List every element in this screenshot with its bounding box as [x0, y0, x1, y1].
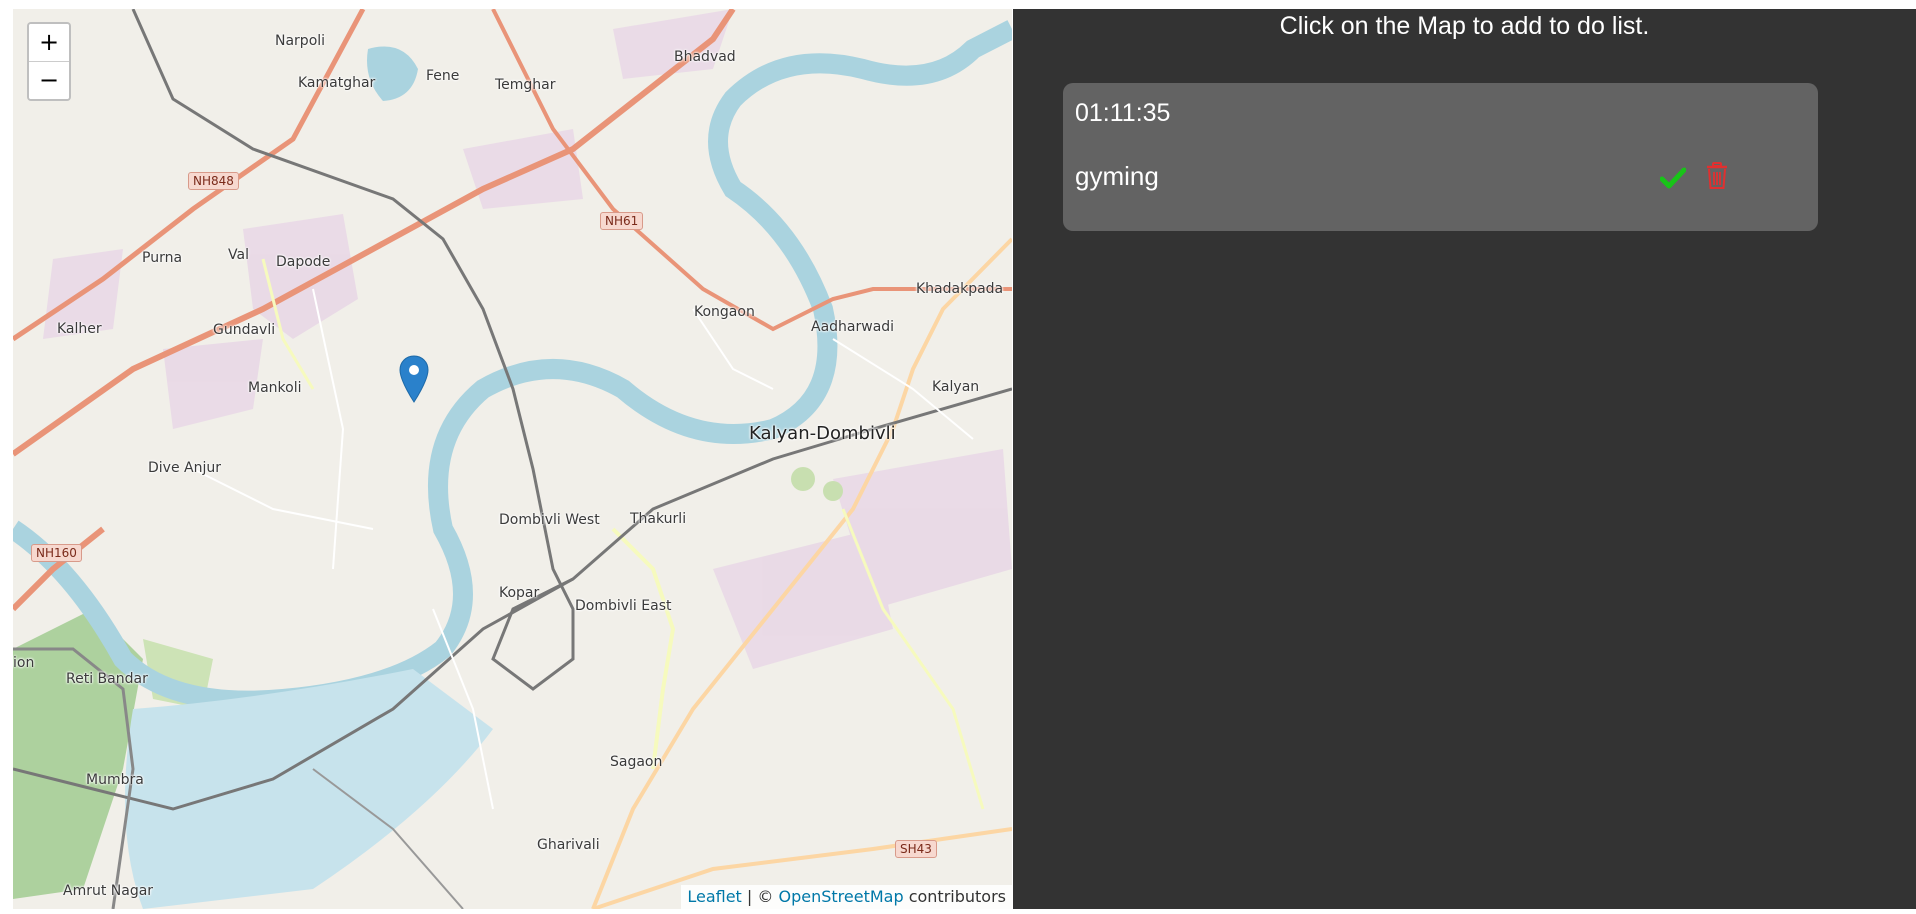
map-label-gundavli: Gundavli: [213, 322, 276, 338]
map-label-khadakpada: Khadakpada: [916, 281, 1004, 297]
map-label-reti-bandar: Reti Bandar: [66, 671, 148, 687]
openstreetmap-link[interactable]: OpenStreetMap: [778, 887, 903, 906]
map-label-kalher: Kalher: [57, 321, 102, 337]
map-label-sagaon: Sagaon: [610, 754, 663, 770]
map-label-kalyan: Kalyan: [932, 379, 980, 395]
map-label-dombivli-west: Dombivli West: [499, 512, 600, 528]
map-label-purna: Purna: [142, 250, 183, 266]
map-label-kalyan-dombivli: Kalyan-Dombivli: [749, 423, 896, 444]
map-label-thakurli: Thakurli: [630, 511, 687, 527]
instruction-text: Click on the Map to add to do list.: [1279, 12, 1650, 40]
map-tiles[interactable]: [13, 9, 1012, 909]
map-label-ion: ion: [13, 655, 35, 671]
attribution-suffix: contributors: [903, 887, 1006, 906]
map-label-amrut-nagar: Amrut Nagar: [63, 883, 154, 899]
todo-sidebar: Click on the Map to add to do list. 01:1…: [1013, 9, 1916, 909]
map-label-temghar: Temghar: [495, 77, 556, 93]
trash-icon[interactable]: [1706, 162, 1728, 190]
map-label-mankoli: Mankoli: [248, 380, 302, 396]
map-label-aadharwadi: Aadharwadi: [811, 319, 895, 335]
map-label-narpoli: Narpoli: [275, 33, 326, 49]
todo-time: 01:11:35: [1075, 99, 1171, 127]
road-shield-nh160: NH160: [31, 544, 82, 562]
leaflet-link[interactable]: Leaflet: [687, 887, 741, 906]
zoom-control: + −: [27, 22, 71, 101]
todo-card: 01:11:35 gyming: [1063, 83, 1818, 231]
map-label-dombivli-east: Dombivli East: [575, 598, 672, 614]
map-label-kongaon: Kongaon: [694, 304, 755, 320]
map-label-bhadvad: Bhadvad: [674, 49, 736, 65]
map-label-mumbra: Mumbra: [86, 772, 144, 788]
zoom-out-button[interactable]: −: [29, 61, 69, 99]
todo-task: gyming: [1075, 161, 1159, 191]
check-icon[interactable]: [1660, 166, 1686, 190]
map-label-kopar: Kopar: [499, 585, 540, 601]
map-label-fene: Fene: [426, 68, 460, 84]
road-shield-nh61: NH61: [600, 212, 644, 230]
road-shield-nh848: NH848: [188, 172, 239, 190]
map-label-kamatghar: Kamatghar: [298, 75, 376, 91]
map-pin-icon[interactable]: [399, 355, 429, 403]
map-container[interactable]: Narpoli Kamatghar Fene Temghar Bhadvad P…: [13, 9, 1012, 909]
map-label-dapode: Dapode: [276, 254, 331, 270]
zoom-in-button[interactable]: +: [29, 24, 69, 61]
map-label-val: Val: [228, 247, 249, 263]
map-label-gharivali: Gharivali: [537, 837, 600, 853]
attribution-separator: | ©: [741, 887, 779, 906]
road-shield-sh43: SH43: [895, 840, 937, 858]
map-attribution: Leaflet | © OpenStreetMap contributors: [681, 885, 1012, 909]
map-label-dive-anjur: Dive Anjur: [148, 460, 221, 476]
